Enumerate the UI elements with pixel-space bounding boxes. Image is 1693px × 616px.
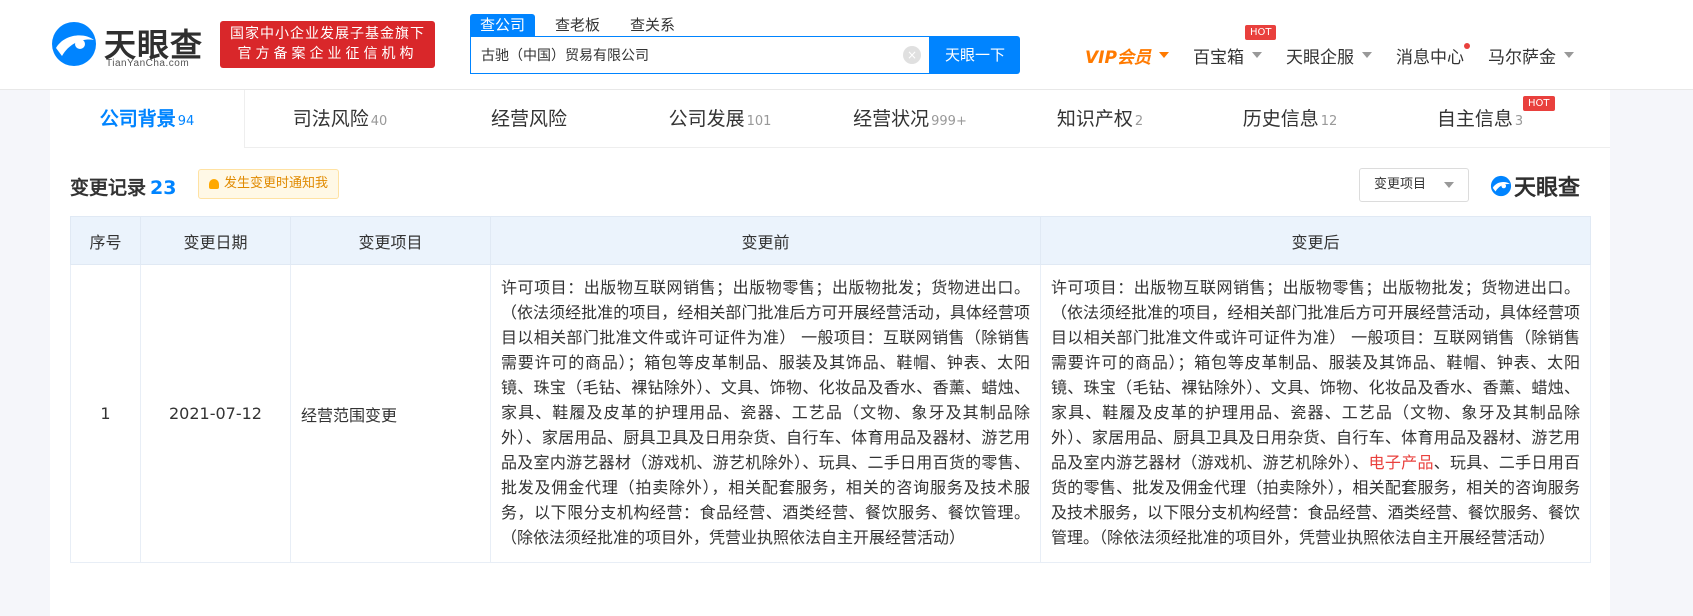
tab-label: 司法风险 (292, 108, 369, 130)
row-before: 许可项目：出版物互联网销售；出版物零售；出版物批发；货物进出口。（依法须经批准的… (490, 264, 1041, 563)
change-record-table: 序号 变更日期 变更项目 变更前 变更后 1 2021-07-12 经营范围变更… (70, 216, 1591, 563)
section-count: 23 (150, 177, 177, 199)
tab-operation-status[interactable]: 经营状况 999+ (815, 90, 1005, 148)
nav-toolbox-label: 百宝箱 (1192, 47, 1244, 68)
tab-count: 999+ (931, 114, 967, 129)
column-header: 变更日期 (140, 216, 291, 265)
top-header: 天眼查 TianYanCha.com 国家中小企业发展子基金旗下 官方备案企业征… (0, 0, 1693, 90)
gov-badge-line1: 国家中小企业发展子基金旗下 (230, 26, 425, 42)
filter-label: 变更项目 (1374, 177, 1427, 192)
table-row: 1 2021-07-12 经营范围变更 许可项目：出版物互联网销售；出版物零售；… (70, 264, 1591, 563)
nav-user[interactable]: 马尔萨金 (1488, 43, 1574, 68)
company-tabs: 公司背景 94 司法风险 40 经营风险 公司发展 101 经营状况 999+ 知识产权… (50, 90, 1610, 148)
clear-icon[interactable]: × (903, 46, 921, 64)
tab-label: 经营风险 (490, 108, 567, 130)
content-card: 公司背景 94 司法风险 40 经营风险 公司发展 101 经营状况 999+ 知识产权… (50, 90, 1610, 616)
tab-intellectual-property[interactable]: 知识产权 2 (1005, 90, 1195, 148)
nav-enterprise-service[interactable]: 天眼企服 (1286, 43, 1372, 68)
tab-count: 3 (1514, 114, 1524, 129)
nav-enterprise-label: 天眼企服 (1285, 47, 1354, 68)
row-after: 许可项目：出版物互联网销售；出版物零售；出版物批发；货物进出口。（依法须经批准的… (1040, 264, 1591, 563)
hot-badge: HOT (1244, 24, 1277, 40)
watermark-text: 天眼查 (1514, 176, 1581, 201)
tab-label: 公司背景 (99, 108, 176, 130)
tab-company-development[interactable]: 公司发展 101 (625, 90, 815, 148)
tianyancha-logo[interactable]: 天眼查 TianYanCha.com (50, 20, 210, 70)
nav-vip[interactable]: VIP会员 (1085, 43, 1169, 68)
header-nav: VIP会员 百宝箱 HOT 天眼企服 消息中心 马尔萨金 (1085, 24, 1598, 68)
watermark-logo: 天眼查 (1490, 170, 1580, 202)
tab-label: 历史信息 (1242, 108, 1319, 130)
search-box: × (470, 36, 930, 74)
tab-judicial-risk[interactable]: 司法风险 40 (245, 90, 435, 148)
nav-messages[interactable]: 消息中心 (1395, 42, 1470, 68)
tab-count: 2 (1134, 114, 1144, 129)
search-input[interactable] (481, 37, 901, 73)
table-header-row: 序号 变更日期 变更项目 变更前 变更后 (70, 216, 1591, 265)
section-title-label: 变更记录 (70, 177, 147, 199)
tab-self-info[interactable]: 自主信息 3 HOT (1385, 90, 1575, 148)
nav-messages-label: 消息中心 (1395, 47, 1464, 68)
tab-count: 40 (370, 114, 388, 129)
tab-history-info[interactable]: 历史信息 12 (1195, 90, 1385, 148)
tab-label: 知识产权 (1056, 108, 1133, 130)
notify-on-change-button[interactable]: 发生变更时通知我 (198, 169, 340, 199)
column-header: 序号 (70, 216, 141, 265)
notify-label: 发生变更时通知我 (224, 176, 329, 191)
column-header: 变更后 (1040, 216, 1591, 265)
row-index: 1 (70, 264, 141, 563)
chevron-down-icon (1361, 52, 1372, 58)
row-date: 2021-07-12 (140, 264, 291, 563)
gov-badge-line2: 官方备案企业征信机构 (237, 46, 418, 62)
chevron-down-icon (1251, 52, 1262, 58)
tab-count: 94 (177, 114, 195, 129)
column-header: 变更项目 (290, 216, 491, 265)
search-tab-company[interactable]: 查公司 (470, 14, 536, 36)
search-tab-boss[interactable]: 查老板 (545, 14, 610, 36)
unread-dot (1463, 42, 1470, 49)
search-button[interactable]: 天眼一下 (930, 36, 1020, 74)
hot-badge: HOT (1523, 96, 1555, 111)
tab-count: 101 (746, 114, 772, 129)
chevron-down-icon (1158, 52, 1169, 58)
logo-domain: TianYanCha.com (106, 58, 190, 69)
row-change-item: 经营范围变更 (290, 264, 491, 563)
search-type-tabs: 查公司 查老板 查关系 (470, 14, 695, 36)
nav-toolbox[interactable]: 百宝箱 HOT (1192, 24, 1277, 68)
section-title: 变更记录 23 (70, 173, 176, 200)
bell-icon (209, 178, 219, 189)
tab-count: 12 (1320, 114, 1338, 129)
chevron-down-icon (1444, 182, 1454, 188)
gov-badge: 国家中小企业发展子基金旗下 官方备案企业征信机构 (220, 21, 435, 68)
search-tab-relation[interactable]: 查关系 (620, 14, 685, 36)
logo-eye-icon (1490, 175, 1512, 197)
after-highlight: 电子产品 (1368, 453, 1434, 472)
tab-label: 公司发展 (668, 108, 745, 130)
tab-company-background[interactable]: 公司背景 94 (50, 90, 245, 148)
logo-eye-icon (52, 22, 96, 66)
tab-label: 经营状况 (853, 108, 930, 130)
column-header: 变更前 (490, 216, 1041, 265)
change-item-filter[interactable]: 变更项目 (1359, 168, 1469, 202)
tab-label: 自主信息 (1436, 108, 1513, 130)
tab-operation-risk[interactable]: 经营风险 (435, 90, 625, 148)
nav-user-label: 马尔萨金 (1487, 47, 1556, 68)
chevron-down-icon (1563, 52, 1574, 58)
nav-vip-label: VIP会员 (1085, 47, 1151, 68)
after-text: 许可项目：出版物互联网销售；出版物零售；出版物批发；货物进出口。（依法须经批准的… (1051, 278, 1580, 472)
